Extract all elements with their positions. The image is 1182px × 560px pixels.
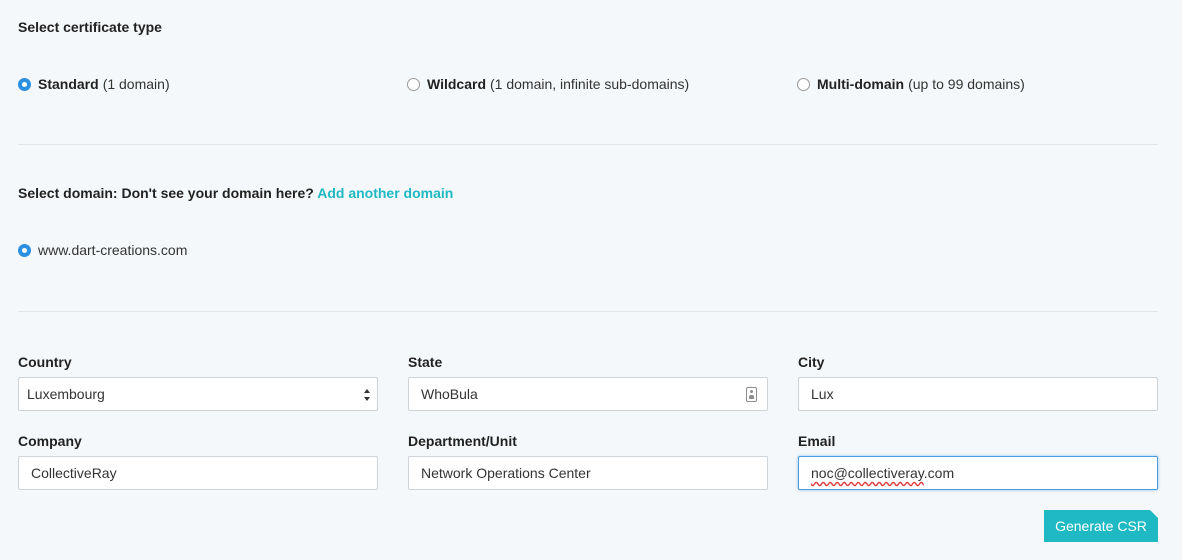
department-input[interactable]: Network Operations Center	[408, 456, 768, 490]
state-label: State	[408, 354, 443, 370]
add-domain-link[interactable]: Add another domain	[317, 185, 453, 201]
option-name: Multi-domain	[817, 76, 905, 92]
radio-domain[interactable]	[18, 243, 31, 257]
email-misspelled: noc@collectiveray	[811, 465, 924, 481]
csr-form-page: Select certificate type Standard (1 doma…	[0, 0, 1182, 560]
state-input[interactable]: WhoBula	[408, 377, 768, 411]
cert-type-title: Select certificate type	[18, 19, 162, 35]
section-divider	[18, 311, 1158, 312]
country-label: Country	[18, 354, 72, 370]
option-name: Wildcard	[427, 76, 486, 92]
option-detail: (1 domain)	[102, 76, 170, 92]
country-select[interactable]: Luxembourg	[18, 377, 378, 411]
select-arrows-icon	[364, 389, 370, 401]
radio-standard[interactable]	[18, 77, 31, 91]
section-divider	[18, 144, 1158, 145]
radio-option-domain[interactable]: www.dart-creations.com	[18, 242, 187, 258]
email-input[interactable]: noc@collectiveray.com	[798, 456, 1158, 490]
option-detail: (up to 99 domains)	[908, 76, 1025, 92]
contact-card-icon[interactable]	[746, 387, 757, 402]
radio-option-standard[interactable]: Standard (1 domain)	[18, 76, 170, 92]
email-rest: .com	[923, 465, 955, 481]
option-name: Standard	[38, 76, 99, 92]
radio-option-wildcard[interactable]: Wildcard (1 domain, infinite sub-domains…	[407, 76, 689, 92]
email-label: Email	[798, 433, 836, 449]
domain-label: www.dart-creations.com	[38, 242, 188, 258]
radio-multi-domain[interactable]	[797, 77, 810, 91]
generate-csr-label: Generate CSR	[1055, 518, 1147, 534]
domain-title-text: Select domain: Don't see your domain her…	[18, 185, 314, 201]
radio-option-multi-domain[interactable]: Multi-domain (up to 99 domains)	[797, 76, 1025, 92]
country-value: Luxembourg	[27, 386, 105, 402]
domain-title: Select domain: Don't see your domain her…	[18, 185, 453, 201]
email-value: noc@collectiveray.com	[799, 465, 954, 481]
department-value: Network Operations Center	[421, 465, 591, 481]
company-value: CollectiveRay	[31, 465, 117, 481]
generate-csr-button[interactable]: Generate CSR	[1044, 510, 1158, 542]
option-detail: (1 domain, infinite sub-domains)	[490, 76, 690, 92]
button-corner	[1150, 510, 1158, 518]
city-value: Lux	[811, 386, 834, 402]
city-label: City	[798, 354, 825, 370]
company-label: Company	[18, 433, 82, 449]
city-input[interactable]: Lux	[798, 377, 1158, 411]
radio-wildcard[interactable]	[407, 77, 420, 91]
company-input[interactable]: CollectiveRay	[18, 456, 378, 490]
state-value: WhoBula	[421, 386, 478, 402]
department-label: Department/Unit	[408, 433, 517, 449]
